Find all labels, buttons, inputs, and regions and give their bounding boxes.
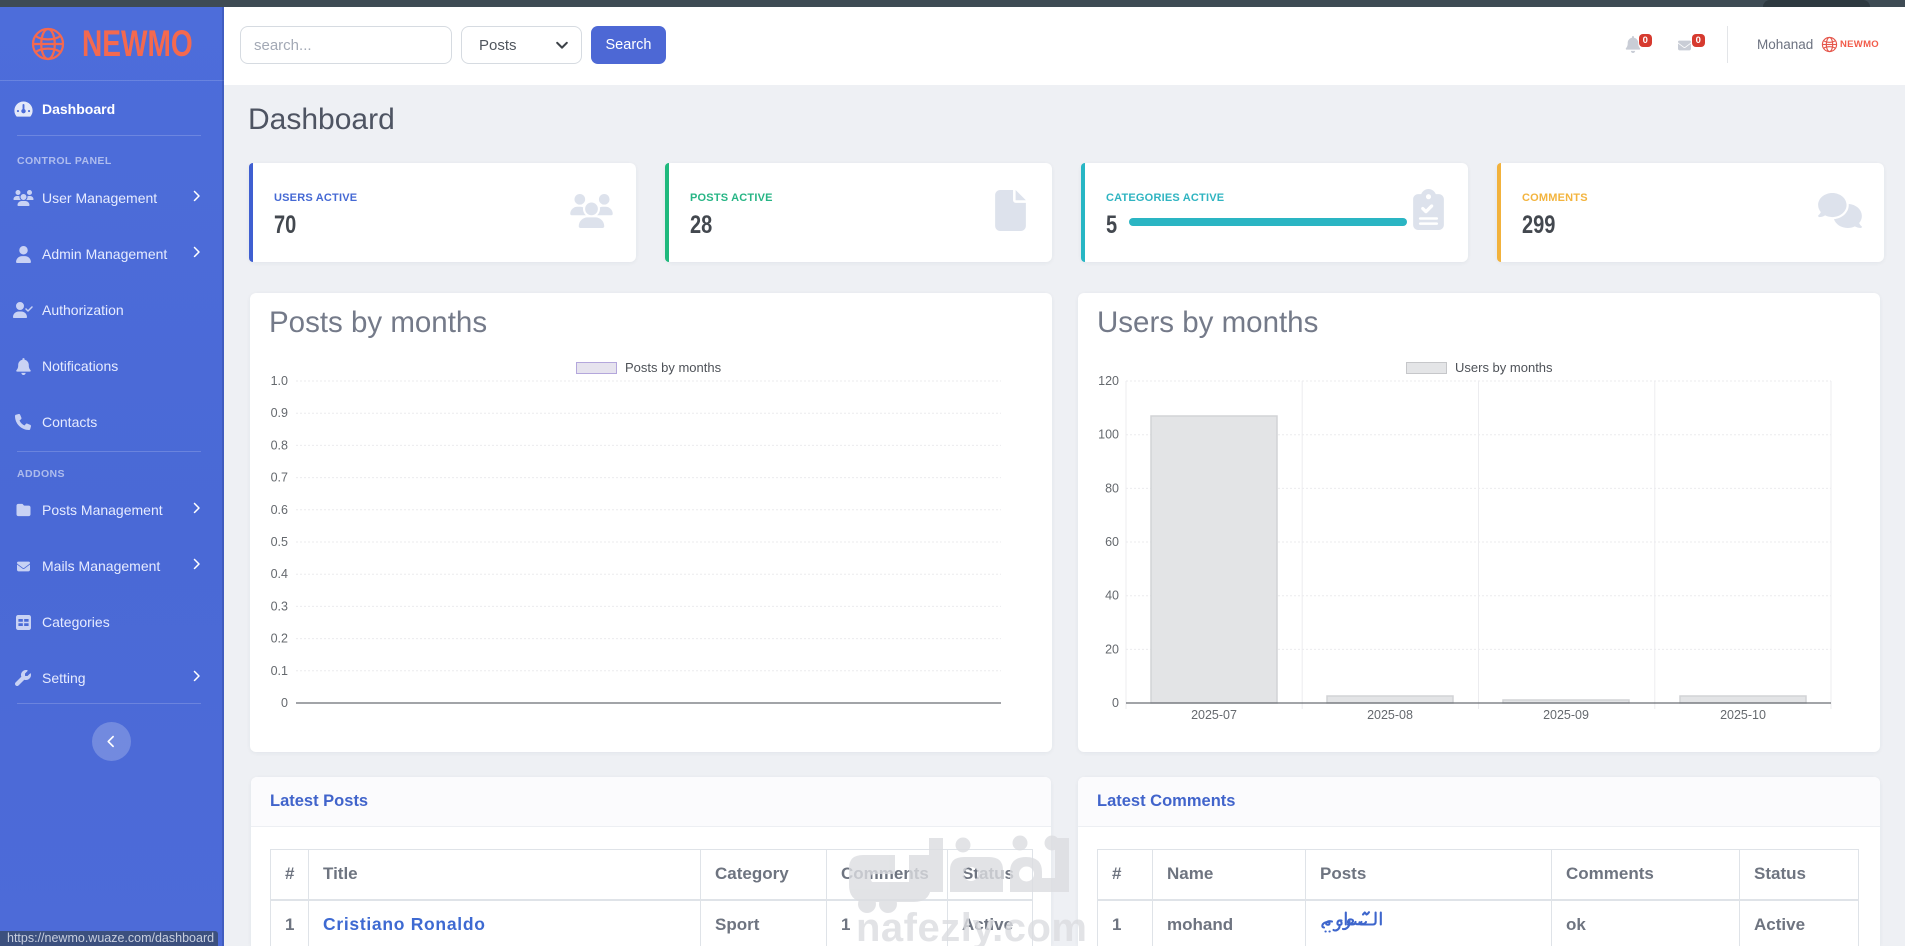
- svg-text:80: 80: [1105, 481, 1119, 495]
- svg-text:2025-07: 2025-07: [1191, 708, 1237, 722]
- svg-text:0.2: 0.2: [271, 632, 288, 646]
- svg-text:2025-08: 2025-08: [1367, 708, 1413, 722]
- svg-text:1.0: 1.0: [271, 374, 288, 388]
- svg-text:0.6: 0.6: [271, 503, 288, 517]
- svg-text:0.3: 0.3: [271, 599, 288, 613]
- svg-text:20: 20: [1105, 642, 1119, 656]
- svg-text:2025-10: 2025-10: [1720, 708, 1766, 722]
- svg-text:120: 120: [1098, 374, 1119, 388]
- svg-text:0.9: 0.9: [271, 406, 288, 420]
- svg-text:0.8: 0.8: [271, 438, 288, 452]
- svg-text:0.4: 0.4: [271, 567, 288, 581]
- svg-text:40: 40: [1105, 589, 1119, 603]
- svg-text:0.5: 0.5: [271, 535, 288, 549]
- svg-text:100: 100: [1098, 428, 1119, 442]
- svg-text:2025-09: 2025-09: [1543, 708, 1589, 722]
- svg-text:0.1: 0.1: [271, 664, 288, 678]
- svg-text:0: 0: [1112, 696, 1119, 710]
- svg-text:0: 0: [281, 696, 288, 710]
- svg-text:0.7: 0.7: [271, 471, 288, 485]
- svg-text:60: 60: [1105, 535, 1119, 549]
